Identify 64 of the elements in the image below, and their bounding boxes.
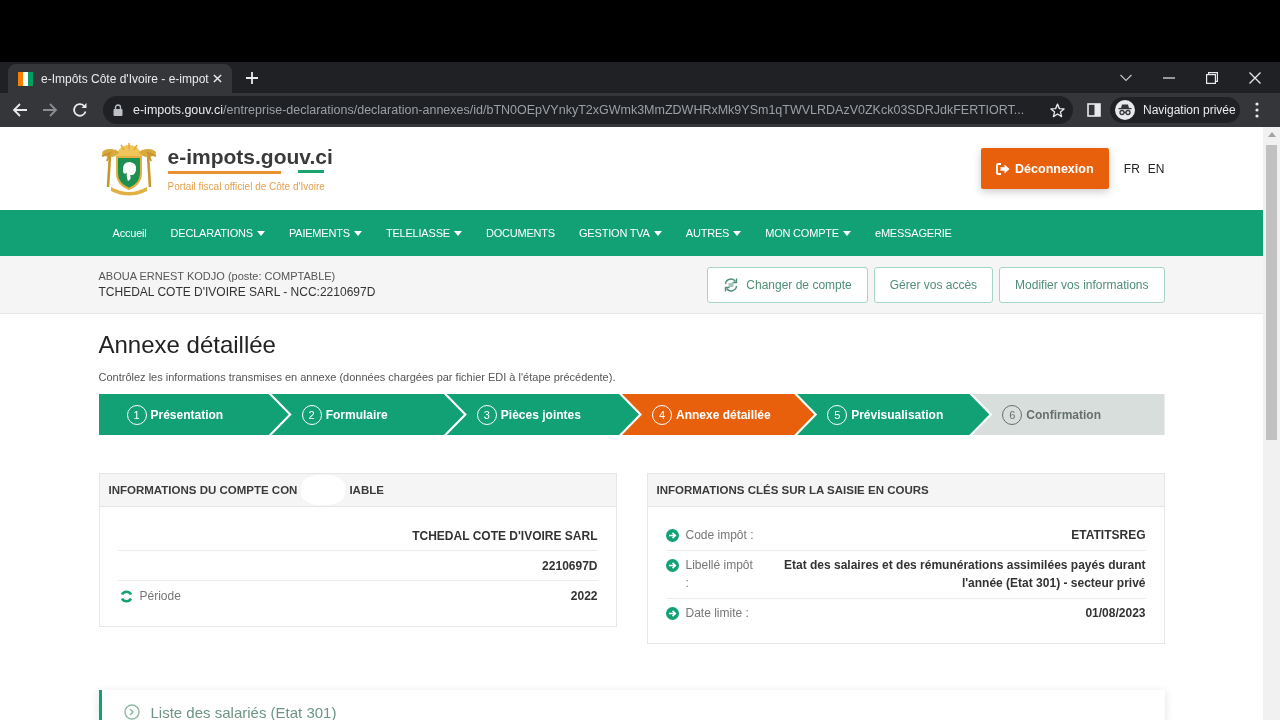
field-value: 2210697D [542,558,598,573]
scrollbar-thumb[interactable] [1266,145,1277,440]
nav-link[interactable]: AUTRES [673,227,754,239]
field-value: TCHEDAL COTE D'IVOIRE SARL [412,528,598,543]
step-tab[interactable]: 4 Annexe détaillée [622,394,815,435]
page-title: Annexe détaillée [98,331,277,359]
arrow-circle-icon [665,607,679,620]
arrow-circle-icon [665,559,679,572]
arrow-circle-icon [665,529,679,542]
minimize-icon[interactable] [1163,76,1175,79]
nav-link[interactable]: MON COMPTE [753,227,863,239]
step-tab[interactable]: 1 Présentation [98,394,289,435]
profile-chip[interactable]: Navigation privée [1110,97,1240,123]
site-tagline: Portail fiscal officiel de Côte d'Ivoire [167,181,325,192]
account-button[interactable]: Modifier vos informations [999,266,1165,303]
browser-tab[interactable]: e-Impôts Côte d'Ivoire - e-impot [8,64,232,93]
field-label: Libellé impôt : [685,557,754,592]
field-label: Date limite : [685,605,750,622]
site-name: e-impots.gouv.ci [167,145,333,169]
language-link[interactable]: FR [1123,161,1140,176]
brand-underline-icon [167,170,326,174]
account-button[interactable]: Gérer vos accès [873,266,994,303]
nav-link[interactable]: GESTION TVA [567,227,674,239]
step-tab[interactable]: 3 Pièces jointes [446,394,639,435]
field-label: Code impôt : [685,527,755,544]
incognito-icon [1115,100,1135,120]
reload-icon[interactable] [72,102,88,118]
nav-link[interactable]: DOCUMENTS [473,227,567,239]
flag-icon [18,71,33,86]
nav-link[interactable]: Accueil [98,227,159,239]
close-icon[interactable] [213,74,222,83]
field-value: ETATITSREG [1070,527,1146,544]
star-icon[interactable] [1050,102,1065,118]
card-title: INFORMATIONS CLÉS SUR LA SAISIE EN COURS [656,484,929,496]
user-name: ABOUA ERNEST KODJO (poste: COMPTABLE) [98,270,337,282]
language-link[interactable]: EN [1147,161,1165,176]
step-tab[interactable]: 5 Prévisualisation [797,394,990,435]
plus-icon[interactable] [246,72,258,84]
company-name: TCHEDAL COTE D'IVOIRE SARL - NCC:2210697D [98,285,376,299]
logout-icon [996,162,1011,175]
tab-title: e-Impôts Côte d'Ivoire - e-impot [41,71,209,86]
address-bar[interactable]: e-impots.gouv.ci/entreprise-declarations/declaration-annexes/id/bTN0OEpVYnkyT2xGWmk3MmZDWHRxMk9YSm1qTWVLRDAzV0ZKck03SDRJdkFERTIORT... [103,96,1073,124]
scrollbar[interactable] [1263,127,1280,720]
card-title: IABLE [349,484,384,496]
logout-button[interactable]: Déconnexion [980,148,1109,189]
back-arrow-icon[interactable] [12,102,28,118]
restore-icon[interactable] [1206,71,1218,84]
field-label: Période [139,589,181,603]
more-menu-icon[interactable] [1255,102,1259,118]
step-tab[interactable]: 2 Formulaire [271,394,464,435]
lock-icon [113,104,123,116]
card-title: INFORMATIONS DU COMPTE CON [108,484,298,496]
side-panel-icon[interactable] [1087,103,1101,117]
nav-link[interactable]: DECLARATIONS [158,227,277,239]
partial-circle-icon [119,589,133,603]
page-subtitle: Contrôlez les informations transmises en annexe (données chargées par fichier EDI à l'étape précédente). [98,371,617,384]
account-button[interactable]: Changer de compte [707,266,868,303]
nav-link[interactable]: TELELIASSE [373,227,474,239]
nav-link[interactable]: PAIEMENTS [276,227,374,239]
nav-link[interactable]: eMESSAGERIE [862,227,964,239]
field-value: Etat des salaires et des rémunérations assimilées payés durant l'année (Etat 301) - secteur privé [783,557,1146,592]
field-value: 01/08/2023 [1084,605,1146,622]
field-value: 2022 [570,589,598,603]
close-icon[interactable] [1249,71,1261,84]
